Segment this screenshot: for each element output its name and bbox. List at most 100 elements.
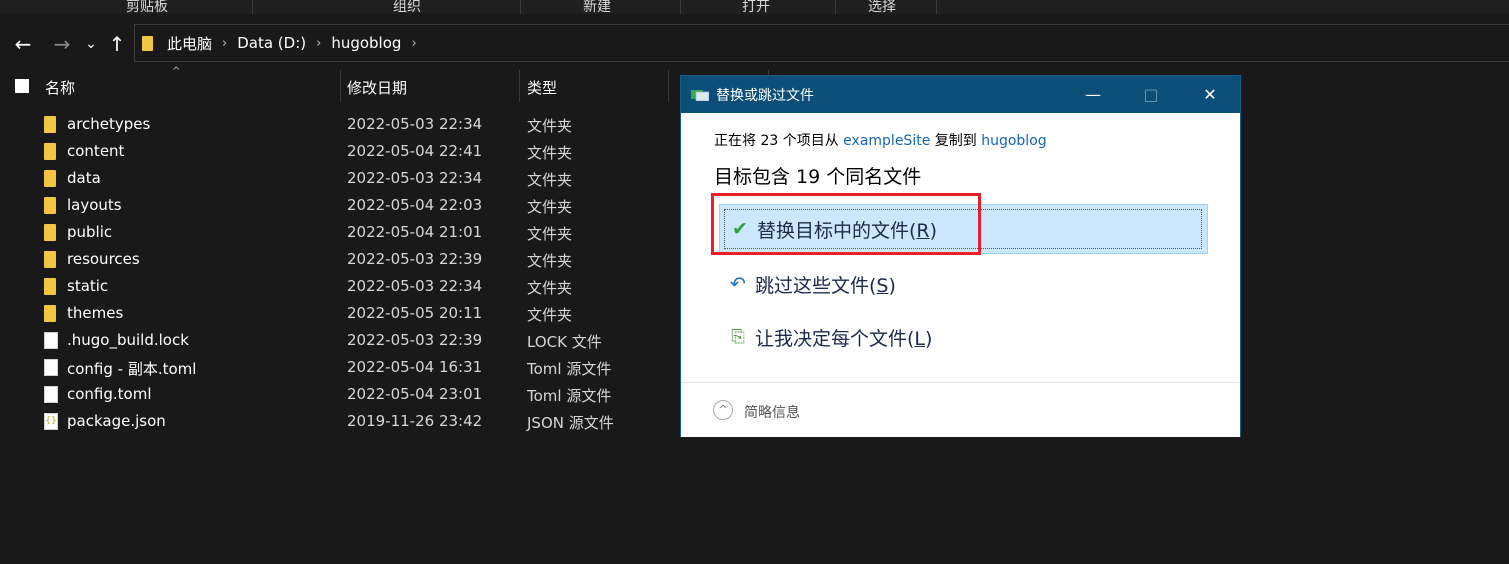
- folder-icon: [44, 224, 56, 241]
- ribbon-separator: [252, 0, 253, 14]
- file-type: LOCK 文件: [527, 333, 602, 351]
- file-type: 文件夹: [527, 225, 573, 243]
- file-date: 2022-05-03 22:39: [347, 331, 483, 349]
- list-item[interactable]: config - 副本.toml 2022-05-04 16:31 Toml 源文件: [0, 355, 680, 382]
- file-type: Toml 源文件: [527, 387, 612, 405]
- file-name: config.toml: [67, 385, 152, 403]
- list-item[interactable]: layouts 2022-05-04 22:03 文件夹: [0, 193, 680, 220]
- ribbon-group-new[interactable]: 新建: [583, 0, 611, 14]
- file-type: 文件夹: [527, 144, 573, 162]
- file-type: 文件夹: [527, 198, 573, 216]
- file-date: 2022-05-04 16:31: [347, 358, 483, 376]
- forward-icon[interactable]: →: [49, 30, 75, 58]
- file-name: package.json: [67, 412, 166, 430]
- file-name: static: [67, 277, 109, 295]
- chevron-right-icon[interactable]: ›: [310, 36, 327, 51]
- decide-each-file-option[interactable]: ⎘ 让我决定每个文件(L): [719, 312, 1208, 362]
- list-item[interactable]: resources 2022-05-03 22:39 文件夹: [0, 247, 680, 274]
- folder-icon: [44, 197, 56, 214]
- ribbon-group-open[interactable]: 打开: [742, 0, 770, 14]
- ribbon-group-clipboard[interactable]: 剪贴板: [126, 0, 168, 14]
- collapse-details-icon[interactable]: ^: [713, 400, 733, 420]
- copy-info-mid: 复制到: [930, 133, 982, 149]
- file-type: 文件夹: [527, 117, 573, 135]
- back-icon[interactable]: ←: [10, 30, 36, 58]
- column-resize-handle[interactable]: [668, 70, 669, 102]
- list-item[interactable]: .hugo_build.lock 2022-05-03 22:39 LOCK 文件: [0, 328, 680, 355]
- dialog-title: 替换或跳过文件: [716, 88, 814, 104]
- list-item[interactable]: {} package.json 2019-11-26 23:42 JSON 源文件: [0, 409, 680, 436]
- file-name: resources: [67, 250, 140, 268]
- skip-files-option[interactable]: ↶ 跳过这些文件(S): [719, 259, 1208, 309]
- file-type: 文件夹: [527, 306, 573, 324]
- file-type: 文件夹: [527, 279, 573, 297]
- conflict-heading: 目标包含 19 个同名文件: [714, 166, 922, 188]
- file-icon: [44, 386, 58, 403]
- ribbon-separator: [520, 0, 521, 14]
- list-item[interactable]: public 2022-05-04 21:01 文件夹: [0, 220, 680, 247]
- fewer-details-link[interactable]: 简略信息: [744, 402, 800, 422]
- file-date: 2022-05-05 20:11: [347, 304, 483, 322]
- dialog-title-bar[interactable]: 替换或跳过文件 — □ ✕: [681, 76, 1240, 113]
- file-date: 2022-05-04 22:41: [347, 142, 483, 160]
- list-item[interactable]: archetypes 2022-05-03 22:34 文件夹: [0, 112, 680, 139]
- ribbon-group-select[interactable]: 选择: [868, 0, 896, 14]
- compare-files-icon: ⎘: [731, 327, 745, 347]
- maximize-icon: □: [1143, 85, 1159, 104]
- list-item[interactable]: static 2022-05-03 22:34 文件夹: [0, 274, 680, 301]
- breadcrumb-drive[interactable]: Data (D:): [233, 34, 310, 52]
- select-all-checkbox[interactable]: [15, 79, 29, 93]
- ribbon-group-organize[interactable]: 组织: [393, 0, 421, 14]
- file-date: 2019-11-26 23:42: [347, 412, 483, 430]
- sort-ascending-icon: ^: [172, 66, 181, 77]
- column-resize-handle[interactable]: [340, 70, 341, 102]
- file-date: 2022-05-04 21:01: [347, 223, 483, 241]
- destination-folder-link[interactable]: hugoblog: [981, 133, 1046, 149]
- replace-files-option[interactable]: ✔ 替换目标中的文件(R): [719, 204, 1208, 254]
- folder-icon: [44, 116, 56, 133]
- copy-info-prefix: 正在将 23 个项目从: [714, 133, 844, 149]
- file-name: archetypes: [67, 115, 151, 133]
- file-icon: [44, 359, 58, 376]
- column-resize-handle[interactable]: [519, 70, 520, 102]
- chevron-right-icon[interactable]: ›: [216, 36, 233, 51]
- file-icon: [44, 332, 58, 349]
- ribbon-separator: [936, 0, 937, 14]
- close-icon[interactable]: ✕: [1181, 76, 1239, 113]
- file-date: 2022-05-03 22:34: [347, 169, 483, 187]
- source-folder-link[interactable]: exampleSite: [843, 133, 930, 149]
- file-date: 2022-05-04 22:03: [347, 196, 483, 214]
- column-header-type[interactable]: 类型: [527, 77, 557, 98]
- list-item[interactable]: themes 2022-05-05 20:11 文件夹: [0, 301, 680, 328]
- json-file-icon: {}: [44, 413, 58, 430]
- folder-icon: [44, 305, 56, 322]
- list-item[interactable]: config.toml 2022-05-04 23:01 Toml 源文件: [0, 382, 680, 409]
- file-name: data: [67, 169, 101, 187]
- skip-arrow-icon: ↶: [730, 273, 746, 295]
- option-label: 跳过这些文件(S): [755, 274, 896, 297]
- breadcrumb-this-pc[interactable]: 此电脑: [163, 33, 216, 54]
- list-item[interactable]: content 2022-05-04 22:41 文件夹: [0, 139, 680, 166]
- chevron-right-icon[interactable]: ›: [405, 36, 422, 51]
- file-type: 文件夹: [527, 171, 573, 189]
- file-name: content: [67, 142, 125, 160]
- column-header-date[interactable]: 修改日期: [347, 77, 407, 98]
- minimize-icon[interactable]: —: [1064, 76, 1122, 113]
- file-date: 2022-05-03 22:34: [347, 277, 483, 295]
- dialog-footer: ^ 简略信息: [681, 382, 1240, 437]
- column-header-name[interactable]: 名称: [45, 77, 75, 98]
- file-date: 2022-05-03 22:39: [347, 250, 483, 268]
- ribbon-separator: [680, 0, 681, 14]
- ribbon-separator: [835, 0, 836, 14]
- file-list: archetypes 2022-05-03 22:34 文件夹 content 202…: [0, 112, 680, 436]
- list-item[interactable]: data 2022-05-03 22:34 文件夹: [0, 166, 680, 193]
- address-bar[interactable]: 此电脑 › Data (D:) › hugoblog ›: [134, 24, 1509, 62]
- folder-icon: [44, 143, 56, 160]
- up-icon[interactable]: ↑: [104, 30, 130, 58]
- file-type: Toml 源文件: [527, 360, 612, 378]
- copy-files-icon: [691, 90, 709, 101]
- breadcrumb-hugoblog[interactable]: hugoblog: [327, 34, 405, 52]
- recent-locations-icon[interactable]: ⌄: [79, 30, 103, 58]
- file-date: 2022-05-04 23:01: [347, 385, 483, 403]
- file-name: config - 副本.toml: [67, 360, 197, 378]
